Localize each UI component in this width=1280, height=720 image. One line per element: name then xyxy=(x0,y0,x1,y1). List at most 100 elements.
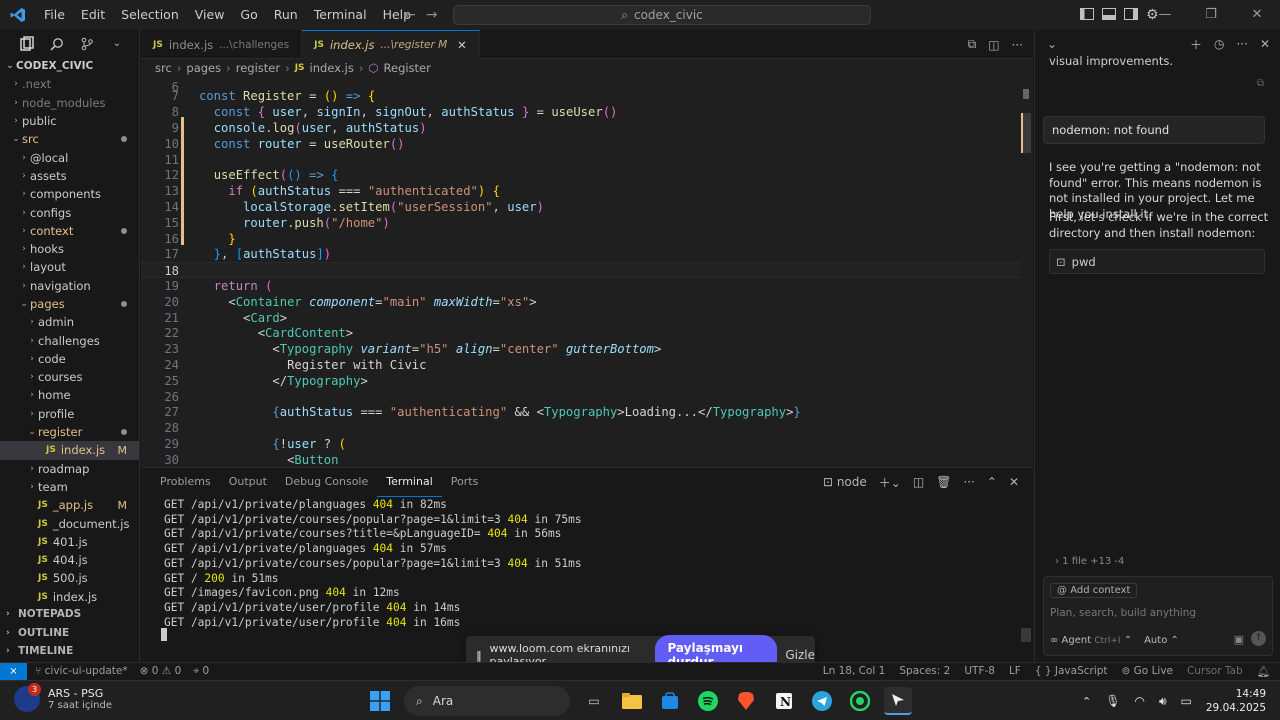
chevron-down-icon[interactable]: ⌄ xyxy=(1047,37,1057,51)
close-icon[interactable]: ✕ xyxy=(457,38,467,52)
tab-index-register[interactable]: JS index.js ...\register M ✕ xyxy=(302,30,480,59)
menu-file[interactable]: File xyxy=(36,0,73,30)
tab-output[interactable]: Output xyxy=(220,468,276,496)
tab-problems[interactable]: Problems xyxy=(151,468,220,496)
tree-item[interactable]: ⌄ pages xyxy=(0,295,139,313)
tab-ports[interactable]: Ports xyxy=(442,468,488,496)
terminal-command-card[interactable]: ⊡ pwd xyxy=(1049,249,1265,274)
agent-mode-selector[interactable]: ∞ Agent Ctrl+I ⌃ xyxy=(1050,635,1132,646)
tree-item[interactable]: › @local xyxy=(0,148,139,166)
remote-icon[interactable]: ⨯ xyxy=(0,662,27,681)
chat-input-placeholder[interactable]: Plan, search, build anything xyxy=(1050,607,1196,619)
menu-run[interactable]: Run xyxy=(266,0,306,30)
store-icon[interactable] xyxy=(656,687,684,715)
tree-item[interactable]: JS _document.js xyxy=(0,514,139,532)
maximize-icon[interactable]: ❐ xyxy=(1188,0,1234,30)
compare-icon[interactable]: ⧉ xyxy=(968,37,977,52)
chevron-down-icon[interactable]: ⌄ xyxy=(104,34,130,54)
tree-item[interactable]: › configs xyxy=(0,203,139,221)
brave-browser-icon[interactable] xyxy=(732,687,760,715)
tab-debug-console[interactable]: Debug Console xyxy=(276,468,377,496)
go-live-button[interactable]: ⊚ Go Live xyxy=(1122,665,1173,678)
split-terminal-icon[interactable]: ◫ xyxy=(913,475,924,489)
more-actions-icon[interactable]: ··· xyxy=(1236,37,1247,51)
tree-item[interactable]: › home xyxy=(0,386,139,404)
cursor-position[interactable]: Ln 18, Col 1 xyxy=(823,665,886,678)
tree-item[interactable]: › node_modules xyxy=(0,94,139,112)
battery-icon[interactable]: ▭ xyxy=(1181,694,1192,708)
explorer-icon[interactable] xyxy=(14,34,40,54)
close-window-icon[interactable]: ✕ xyxy=(1234,0,1280,30)
tree-item[interactable]: JS index.js M xyxy=(0,441,139,460)
menu-view[interactable]: View xyxy=(187,0,233,30)
line-ending[interactable]: LF xyxy=(1009,665,1021,678)
toggle-sidebar-icon[interactable] xyxy=(1080,7,1094,23)
tree-item[interactable]: › components xyxy=(0,185,139,203)
tree-item[interactable]: JS index.js xyxy=(0,588,139,606)
problems-indicator[interactable]: ⊗ 0 ⚠ 0 xyxy=(140,665,182,678)
drag-handle-icon[interactable]: ‖ xyxy=(476,649,482,662)
cursor-app-icon[interactable] xyxy=(884,687,912,715)
breadcrumb-symbol[interactable]: Register xyxy=(384,61,431,75)
notion-icon[interactable]: N xyxy=(770,687,798,715)
tree-item[interactable]: JS _app.js M xyxy=(0,496,139,514)
task-view-icon[interactable]: ▭ xyxy=(580,687,608,715)
microphone-icon[interactable]: 🎙︎ xyxy=(1105,694,1120,708)
file-explorer-icon[interactable] xyxy=(618,687,646,715)
breadcrumb-register[interactable]: register xyxy=(236,61,280,75)
split-editor-icon[interactable]: ◫ xyxy=(988,38,999,52)
tree-item[interactable]: › courses xyxy=(0,368,139,386)
tree-item[interactable]: › .next xyxy=(0,75,139,93)
breadcrumb-pages[interactable]: pages xyxy=(186,61,221,75)
tree-item[interactable]: JS 401.js xyxy=(0,533,139,551)
menu-edit[interactable]: Edit xyxy=(73,0,113,30)
tree-item[interactable]: JS 500.js xyxy=(0,569,139,587)
model-selector[interactable]: Auto ⌃ xyxy=(1144,635,1179,646)
cursor-tab-indicator[interactable]: Cursor Tab xyxy=(1187,665,1243,678)
telegram-icon[interactable] xyxy=(808,687,836,715)
encoding[interactable]: UTF-8 xyxy=(964,665,995,678)
hide-button[interactable]: Gizle xyxy=(785,648,815,662)
wifi-icon[interactable]: ◠ xyxy=(1134,694,1144,708)
notifications-bell-icon[interactable]: 🔔︎ xyxy=(1257,665,1270,678)
tree-item[interactable]: JS 404.js xyxy=(0,551,139,569)
tab-index-challenges[interactable]: JS index.js ...\challenges xyxy=(141,30,303,59)
tree-item[interactable]: › hooks xyxy=(0,240,139,258)
chat-composer[interactable]: @ Add context Plan, search, build anythi… xyxy=(1043,576,1273,656)
close-icon[interactable]: ✕ xyxy=(1260,37,1270,51)
language-mode[interactable]: { } JavaScript xyxy=(1035,665,1108,678)
add-context-button[interactable]: @ Add context xyxy=(1050,583,1138,598)
tree-item[interactable]: › context xyxy=(0,222,139,240)
new-terminal-icon[interactable]: ＋⌄ xyxy=(879,474,901,491)
tree-item[interactable]: › code xyxy=(0,350,139,368)
toggle-secondary-sidebar-icon[interactable] xyxy=(1124,7,1138,23)
close-panel-icon[interactable]: ✕ xyxy=(1009,475,1019,489)
user-message[interactable]: nodemon: not found xyxy=(1043,116,1265,144)
menu-go[interactable]: Go xyxy=(232,0,265,30)
copy-icon[interactable]: ⧉ xyxy=(1257,78,1264,89)
command-center-search[interactable]: ⌕ codex_civic xyxy=(453,5,871,25)
toggle-panel-icon[interactable] xyxy=(1102,7,1116,23)
ports-indicator[interactable]: ⌖ 0 xyxy=(193,665,209,678)
forward-arrow-icon[interactable]: → xyxy=(426,0,438,30)
changed-files-summary[interactable]: › 1 file +13 -4 xyxy=(1043,556,1273,572)
tree-item[interactable]: › profile xyxy=(0,405,139,423)
terminal-scrollbar[interactable] xyxy=(1021,628,1031,642)
section-timeline[interactable]: › TIMELINE xyxy=(0,642,140,661)
tree-item[interactable]: ⌄ register xyxy=(0,423,139,441)
spotify-icon[interactable] xyxy=(694,687,722,715)
more-actions-icon[interactable]: ··· xyxy=(1012,38,1023,52)
explorer-root[interactable]: ⌄ CODEX_CIVIC xyxy=(0,57,139,75)
tree-item[interactable]: › assets xyxy=(0,167,139,185)
news-widget[interactable]: 3 ARS - PSG 7 saat içinde xyxy=(14,683,112,712)
breadcrumb-src[interactable]: src xyxy=(155,61,172,75)
tree-item[interactable]: › layout xyxy=(0,258,139,276)
search-view-icon[interactable] xyxy=(44,34,70,54)
history-icon[interactable]: ◷ xyxy=(1214,37,1224,51)
menu-selection[interactable]: Selection xyxy=(113,0,187,30)
clock[interactable]: 14:49 29.04.2025 xyxy=(1206,687,1266,715)
tree-item[interactable]: › navigation xyxy=(0,277,139,295)
tree-item[interactable]: › public xyxy=(0,112,139,130)
back-arrow-icon[interactable]: ← xyxy=(404,0,416,30)
editor-scrollbar[interactable] xyxy=(1021,77,1033,467)
